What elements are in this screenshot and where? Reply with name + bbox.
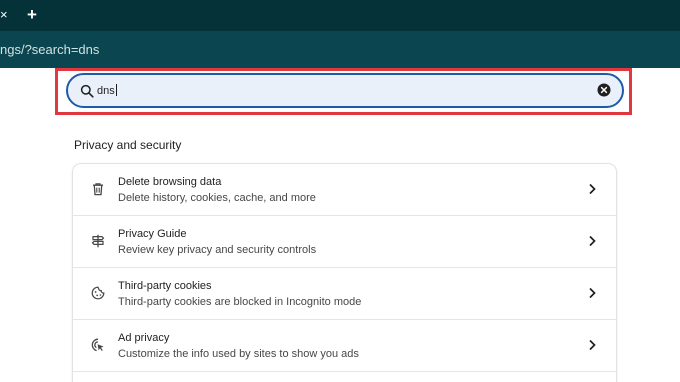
settings-row-privacy-guide[interactable]: Privacy Guide Review key privacy and sec… <box>73 216 616 268</box>
signpost-icon <box>91 234 105 248</box>
settings-row-third-party-cookies[interactable]: Third-party cookies Third-party cookies … <box>73 268 616 320</box>
text-caret <box>115 84 117 96</box>
tab-close-button[interactable]: × <box>0 7 10 23</box>
settings-row-delete-browsing-data[interactable]: Delete browsing data Delete history, coo… <box>73 164 616 216</box>
chevron-right-icon <box>589 235 596 247</box>
settings-row-ad-privacy[interactable]: Ad privacy Customize the info used by si… <box>73 320 616 372</box>
new-tab-button[interactable]: + <box>24 5 40 25</box>
tab-strip: × + <box>0 0 680 31</box>
chevron-right-icon <box>589 339 596 351</box>
trash-icon <box>93 183 103 196</box>
search-input-value: dns <box>97 85 115 97</box>
settings-search-field[interactable]: dns <box>66 73 624 108</box>
row-subtitle: Review key privacy and security controls <box>118 244 317 256</box>
row-title: Ad privacy <box>118 332 170 344</box>
chevron-right-icon <box>589 183 596 195</box>
section-title: Privacy and security <box>74 138 182 152</box>
row-title: Third-party cookies <box>118 280 212 292</box>
chevron-right-icon <box>589 287 596 299</box>
toolbar: ngs/?search=dns <box>0 31 680 68</box>
address-bar-url[interactable]: ngs/?search=dns <box>0 41 99 59</box>
row-title: Delete browsing data <box>118 176 222 188</box>
ad-privacy-icon <box>91 338 104 352</box>
row-subtitle: Customize the info used by sites to show… <box>118 348 359 360</box>
search-input[interactable]: dns <box>97 83 117 99</box>
privacy-settings-card: Delete browsing data Delete history, coo… <box>73 164 616 382</box>
row-subtitle: Third-party cookies are blocked in Incog… <box>118 296 362 308</box>
search-icon <box>80 84 94 98</box>
row-title: Privacy Guide <box>118 228 187 240</box>
row-subtitle: Delete history, cookies, cache, and more <box>118 192 316 204</box>
cookie-icon <box>91 286 105 300</box>
clear-search-icon[interactable] <box>597 83 611 97</box>
